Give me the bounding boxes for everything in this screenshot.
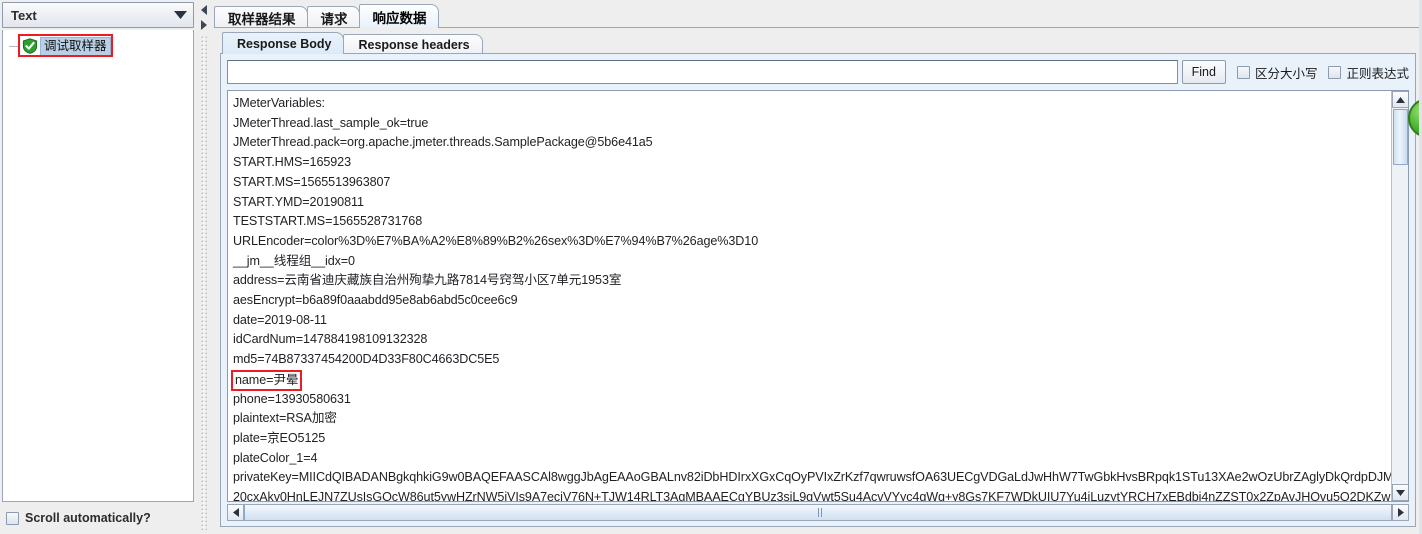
vertical-scrollbar-track[interactable] (1393, 166, 1408, 482)
tree-item-debug-sampler[interactable]: 调试取样器 (9, 34, 193, 57)
case-sensitive-checkbox[interactable] (1236, 65, 1250, 79)
triangle-left-icon[interactable] (228, 505, 244, 520)
inner-tab-bar: Response Body Response headers (222, 32, 483, 54)
case-sensitive-option[interactable]: 区分大小写 (1236, 63, 1318, 82)
response-body-text[interactable]: JMeterVariables: JMeterThread.last_sample… (228, 91, 1392, 501)
tree-item-label: 调试取样器 (40, 36, 111, 56)
tab-response-headers[interactable]: Response headers (343, 34, 483, 54)
response-body-line: plateColor_1=4 (233, 450, 318, 465)
response-body-line: idCardNum=147884198109132328 (233, 332, 428, 347)
response-body-line: URLEncoder=color%3D%E7%BA%A2%E8%89%B2%26… (233, 233, 759, 248)
triangle-right-icon[interactable] (198, 18, 210, 32)
horizontal-scrollbar-thumb[interactable] (244, 505, 1392, 520)
right-panel: 取样器结果 请求 响应数据 Response Body Response hea… (212, 0, 1422, 534)
response-content-panel: Find 区分大小写 正则表达式 JMeterVariables: JMeterT… (220, 53, 1416, 527)
find-button[interactable]: Find (1181, 60, 1226, 84)
response-body-line: aesEncrypt=b6a89f0aaabdd95e8ab6abd5c0cee… (233, 293, 518, 308)
scrollbar-grip (818, 508, 822, 517)
response-body-line: 20cxAkv0HnLEJN7ZUsIsGOcW86ut5ywHZrNW5jVI… (233, 490, 1392, 501)
tree-elbow (9, 45, 19, 47)
vertical-scrollbar-thumb[interactable] (1393, 109, 1408, 165)
regex-label: 正则表达式 (1346, 66, 1409, 81)
triangle-up-icon[interactable] (1392, 91, 1408, 108)
chevron-down-icon[interactable] (167, 3, 193, 27)
regex-checkbox[interactable] (1328, 65, 1342, 79)
left-panel: Text 调试取样器 Scroll automatically? (0, 0, 196, 534)
response-body-line: JMeterVariables: (233, 96, 325, 110)
jmeter-view-results-tree: Text 调试取样器 Scroll automatically? 取样器结果 请… (0, 0, 1422, 534)
tab-request[interactable]: 请求 (306, 6, 360, 28)
response-body-line: privateKey=MIICdQIBADANBgkqhkiG9w0BAQEFA… (233, 470, 1392, 485)
response-body-line: __jm__线程组__idx=0 (233, 253, 355, 268)
response-body-scrollpane: JMeterVariables: JMeterThread.last_sample… (227, 90, 1409, 502)
tab-response-data[interactable]: 响应数据 (358, 4, 439, 28)
triangle-down-icon[interactable] (1392, 484, 1408, 501)
response-body-line: TESTSTART.MS=1565528731768 (233, 214, 423, 229)
response-body-line: date=2019-08-11 (233, 312, 327, 327)
triangle-left-icon[interactable] (198, 3, 210, 17)
regex-option[interactable]: 正则表达式 (1328, 63, 1409, 82)
horizontal-scrollbar[interactable] (227, 504, 1409, 521)
case-sensitive-label: 区分大小写 (1254, 66, 1318, 81)
response-body-line: address=云南省迪庆藏族自治州殉挚九路7814号窍驾小区7单元1953室 (233, 273, 622, 288)
tab-response-body[interactable]: Response Body (222, 32, 345, 54)
scroll-automatically-row[interactable]: Scroll automatically? (6, 508, 151, 528)
render-format-combobox[interactable]: Text (2, 2, 194, 28)
tab-sampler-result[interactable]: 取样器结果 (214, 6, 308, 28)
search-input[interactable] (227, 60, 1178, 84)
scroll-automatically-label: Scroll automatically? (25, 511, 151, 525)
results-tree[interactable]: 调试取样器 (2, 30, 194, 502)
response-body-line: START.MS=1565513963807 (233, 174, 391, 189)
outer-tab-bar: 取样器结果 请求 响应数据 (214, 4, 439, 28)
scroll-automatically-checkbox[interactable] (6, 511, 19, 525)
response-body-line: phone=13930580631 (233, 391, 351, 406)
split-pane-divider[interactable] (196, 0, 212, 534)
response-body-line: JMeterThread.last_sample_ok=true (233, 115, 429, 130)
response-body-line: START.YMD=20190811 (233, 194, 364, 209)
response-body-line: plate=京EO5125 (233, 430, 326, 445)
response-body-line: START.HMS=165923 (233, 155, 351, 170)
render-format-value: Text (11, 7, 37, 23)
green-shield-check-icon (21, 38, 38, 55)
triangle-right-icon[interactable] (1392, 505, 1408, 520)
response-body-line: plaintext=RSA加密 (233, 411, 337, 426)
response-body-line-highlighted: name=尹晕 (231, 369, 1392, 391)
annotation-box-name-value: name=尹晕 (231, 369, 303, 391)
response-body-line: JMeterThread.pack=org.apache.jmeter.thre… (233, 135, 653, 150)
response-body-line: md5=74B87337454200D4D33F80C4663DC5E5 (233, 352, 500, 367)
vertical-scrollbar[interactable] (1391, 91, 1408, 501)
search-toolbar: Find 区分大小写 正则表达式 (227, 59, 1409, 85)
divider-grip (201, 36, 207, 530)
